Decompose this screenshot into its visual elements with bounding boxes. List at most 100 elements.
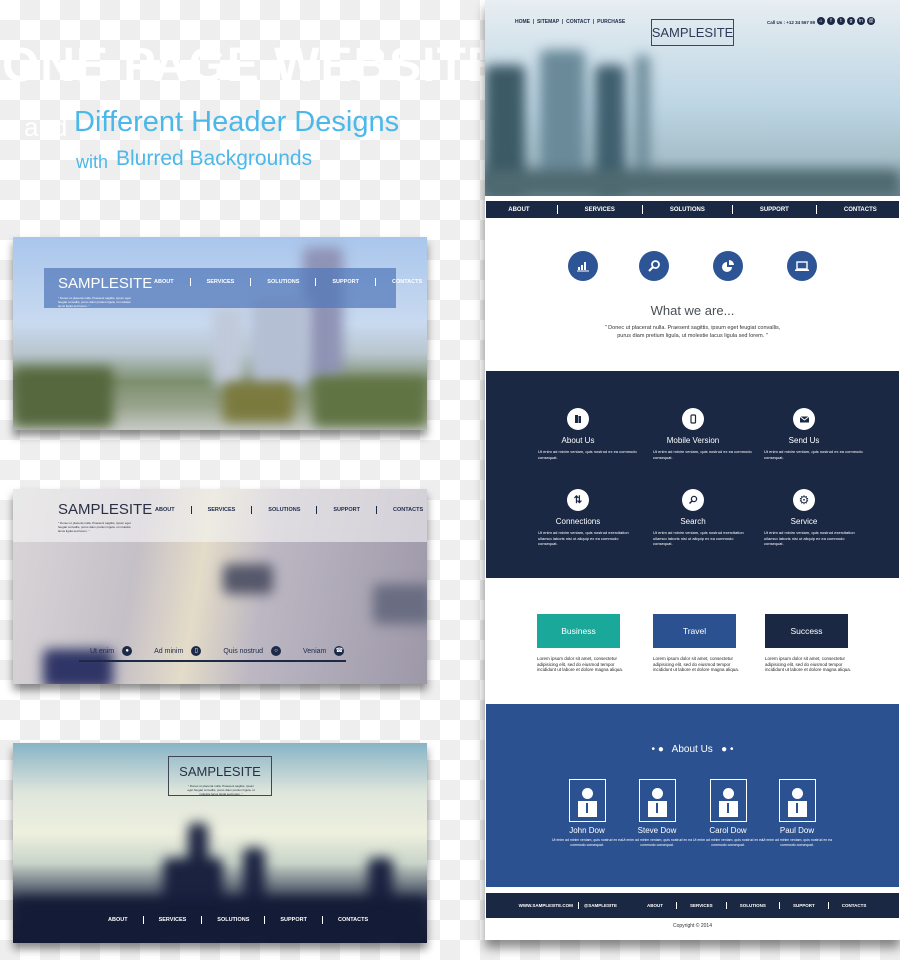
- category-travel-button[interactable]: Travel: [653, 614, 736, 648]
- dots-decoration: • ●: [651, 744, 672, 755]
- social-icons: ⌂ f t g in @: [817, 17, 875, 25]
- twitter-icon[interactable]: t: [837, 17, 845, 25]
- nav-services[interactable]: SERVICES: [585, 207, 615, 213]
- book-icon: [567, 408, 589, 430]
- person-icon: [709, 779, 747, 822]
- lock-icon: ●: [122, 646, 133, 656]
- linkedin-icon[interactable]: in: [857, 17, 865, 25]
- service-desc: Ut enim ad minim veniam, quis nostrud ex…: [538, 449, 637, 460]
- feature-label[interactable]: Quis nostrud: [223, 648, 263, 655]
- footer-divider: [725, 902, 727, 909]
- service-title: Search: [680, 517, 706, 526]
- member-name: Steve Dow: [637, 826, 677, 835]
- nav-contacts[interactable]: CONTACTS: [393, 507, 423, 513]
- nav-solutions[interactable]: SOLUTIONS: [217, 917, 249, 923]
- nav-divider: [374, 278, 376, 286]
- tagline: " Donec ut placerat nulla. Praesent sagi…: [187, 784, 255, 796]
- member-name: Carol Dow: [709, 826, 747, 835]
- service-item[interactable]: About Us Ut enim ad minim veniam, quis n…: [518, 408, 638, 460]
- nav-solutions[interactable]: SOLUTIONS: [267, 279, 299, 285]
- team-member[interactable]: Paul Dow Ut enim ad minim veniam, quis n…: [757, 779, 837, 847]
- nav-services[interactable]: SERVICES: [207, 279, 235, 285]
- top-nav-sitemap[interactable]: SITEMAP: [537, 19, 559, 25]
- facebook-icon[interactable]: f: [827, 17, 835, 25]
- footer-divider: [577, 902, 579, 909]
- team-member[interactable]: Carol Dow Ut enim ad minim veniam, quis …: [688, 779, 768, 847]
- nav-contacts[interactable]: CONTACTS: [844, 207, 877, 213]
- footer-nav-support[interactable]: SUPPORT: [793, 903, 815, 908]
- nav-contacts[interactable]: CONTACTS: [392, 279, 422, 285]
- nav-support[interactable]: SUPPORT: [760, 207, 789, 213]
- footer-handle-link[interactable]: @SAMPLESITE: [584, 903, 617, 908]
- header-design-2: SAMPLESITE " Donec ut placerat nulla. Pr…: [13, 489, 427, 684]
- category-business-button[interactable]: Business: [537, 614, 620, 648]
- envelope-icon: [793, 408, 815, 430]
- site-logo[interactable]: SAMPLESITE: [651, 19, 734, 46]
- service-item[interactable]: ⚙ Service Ut enim ad minim veniam, quis …: [744, 489, 864, 547]
- site-logo[interactable]: SAMPLESITE: [58, 501, 152, 518]
- magnifier-icon[interactable]: [639, 251, 669, 281]
- team-title: • ● About Us ● •: [486, 744, 899, 755]
- feature-underline: [79, 660, 346, 662]
- footer-nav-about[interactable]: ABOUT: [647, 903, 663, 908]
- nav-divider: [190, 506, 192, 514]
- feature-strip: Ut enim ● Ad minim ▯ Quis nostrud ○ Veni…: [90, 646, 345, 656]
- exchange-icon: ⇅: [567, 489, 589, 511]
- home-icon[interactable]: ⌂: [817, 17, 825, 25]
- footer-nav-contacts[interactable]: CONTACTS: [842, 903, 867, 908]
- nav-support[interactable]: SUPPORT: [332, 279, 359, 285]
- team-member[interactable]: Steve Dow Ut enim ad minim veniam, quis …: [617, 779, 697, 847]
- nav-about[interactable]: ABOUT: [108, 917, 128, 923]
- service-item[interactable]: Send Us Ut enim ad minim veniam, quis no…: [744, 408, 864, 460]
- feature-label[interactable]: Veniam: [303, 648, 326, 655]
- nav-support[interactable]: SUPPORT: [280, 917, 307, 923]
- person-icon: [638, 779, 676, 822]
- logo-frame: SAMPLESITE " Donec ut placerat nulla. Pr…: [168, 756, 272, 796]
- nav-solutions[interactable]: SOLUTIONS: [670, 207, 705, 213]
- footer-site-link[interactable]: WWW.SAMPLESITE.COM: [519, 903, 573, 908]
- headline-subtitle-2: Blurred Backgrounds: [116, 147, 313, 170]
- nav-about[interactable]: ABOUT: [154, 279, 174, 285]
- nav-support[interactable]: SUPPORT: [333, 507, 360, 513]
- headline-subtitle: Different Header Designs: [74, 106, 400, 138]
- feature-label[interactable]: Ad minim: [154, 648, 183, 655]
- member-desc: Ut enim ad minim veniam, quis nostrud ex…: [692, 838, 764, 847]
- what-text-line: " Donec ut placerat nulla. Praesent sagi…: [604, 325, 781, 331]
- main-nav: ABOUT SERVICES SOLUTIONS SUPPORT CONTACT…: [154, 278, 422, 286]
- mail-icon[interactable]: @: [867, 17, 875, 25]
- category-success-button[interactable]: Success: [765, 614, 848, 648]
- top-nav-purchase[interactable]: PURCHASE: [597, 19, 625, 25]
- nav-divider: [815, 205, 817, 214]
- nav-about[interactable]: ABOUT: [508, 207, 529, 213]
- pie-chart-icon[interactable]: [713, 251, 743, 281]
- nav-services[interactable]: SERVICES: [208, 507, 236, 513]
- bar-chart-icon[interactable]: [568, 251, 598, 281]
- google-icon[interactable]: g: [847, 17, 855, 25]
- footer-nav-services[interactable]: SERVICES: [690, 903, 713, 908]
- top-nav-contact[interactable]: CONTACT: [566, 19, 590, 25]
- service-item[interactable]: Search Ut enim ad minim veniam, quis nos…: [633, 489, 753, 547]
- service-item[interactable]: ⇅ Connections Ut enim ad minim veniam, q…: [518, 489, 638, 547]
- feature-label[interactable]: Ut enim: [90, 648, 114, 655]
- laptop-icon[interactable]: [787, 251, 817, 281]
- nav-divider: [316, 506, 318, 514]
- nav-contacts[interactable]: CONTACTS: [338, 917, 368, 923]
- nav-divider: [251, 506, 253, 514]
- search-icon: [682, 489, 704, 511]
- member-desc: Ut enim ad minim veniam, quis nostrud ex…: [551, 838, 623, 847]
- category-desc: Lorem ipsum dolor sit amet, consectetur …: [765, 656, 852, 672]
- category-desc: Lorem ipsum dolor sit amet, consectetur …: [653, 656, 740, 672]
- team-member[interactable]: John Dow Ut enim ad minim veniam, quis n…: [547, 779, 627, 847]
- dots-decoration: ● •: [712, 744, 734, 755]
- service-desc: Ut enim ad minim veniam, quis nostrud ex…: [653, 530, 744, 546]
- footer-divider: [827, 902, 829, 909]
- service-title: Mobile Version: [666, 436, 720, 445]
- footer-nav-solutions[interactable]: SOLUTIONS: [740, 903, 766, 908]
- top-nav-home[interactable]: HOME: [515, 19, 530, 25]
- site-logo[interactable]: SAMPLESITE: [169, 764, 271, 779]
- service-item[interactable]: Mobile Version Ut enim ad minim veniam, …: [633, 408, 753, 460]
- site-logo[interactable]: SAMPLESITE: [58, 275, 152, 292]
- nav-solutions[interactable]: SOLUTIONS: [268, 507, 300, 513]
- nav-services[interactable]: SERVICES: [159, 917, 187, 923]
- nav-about[interactable]: ABOUT: [155, 507, 175, 513]
